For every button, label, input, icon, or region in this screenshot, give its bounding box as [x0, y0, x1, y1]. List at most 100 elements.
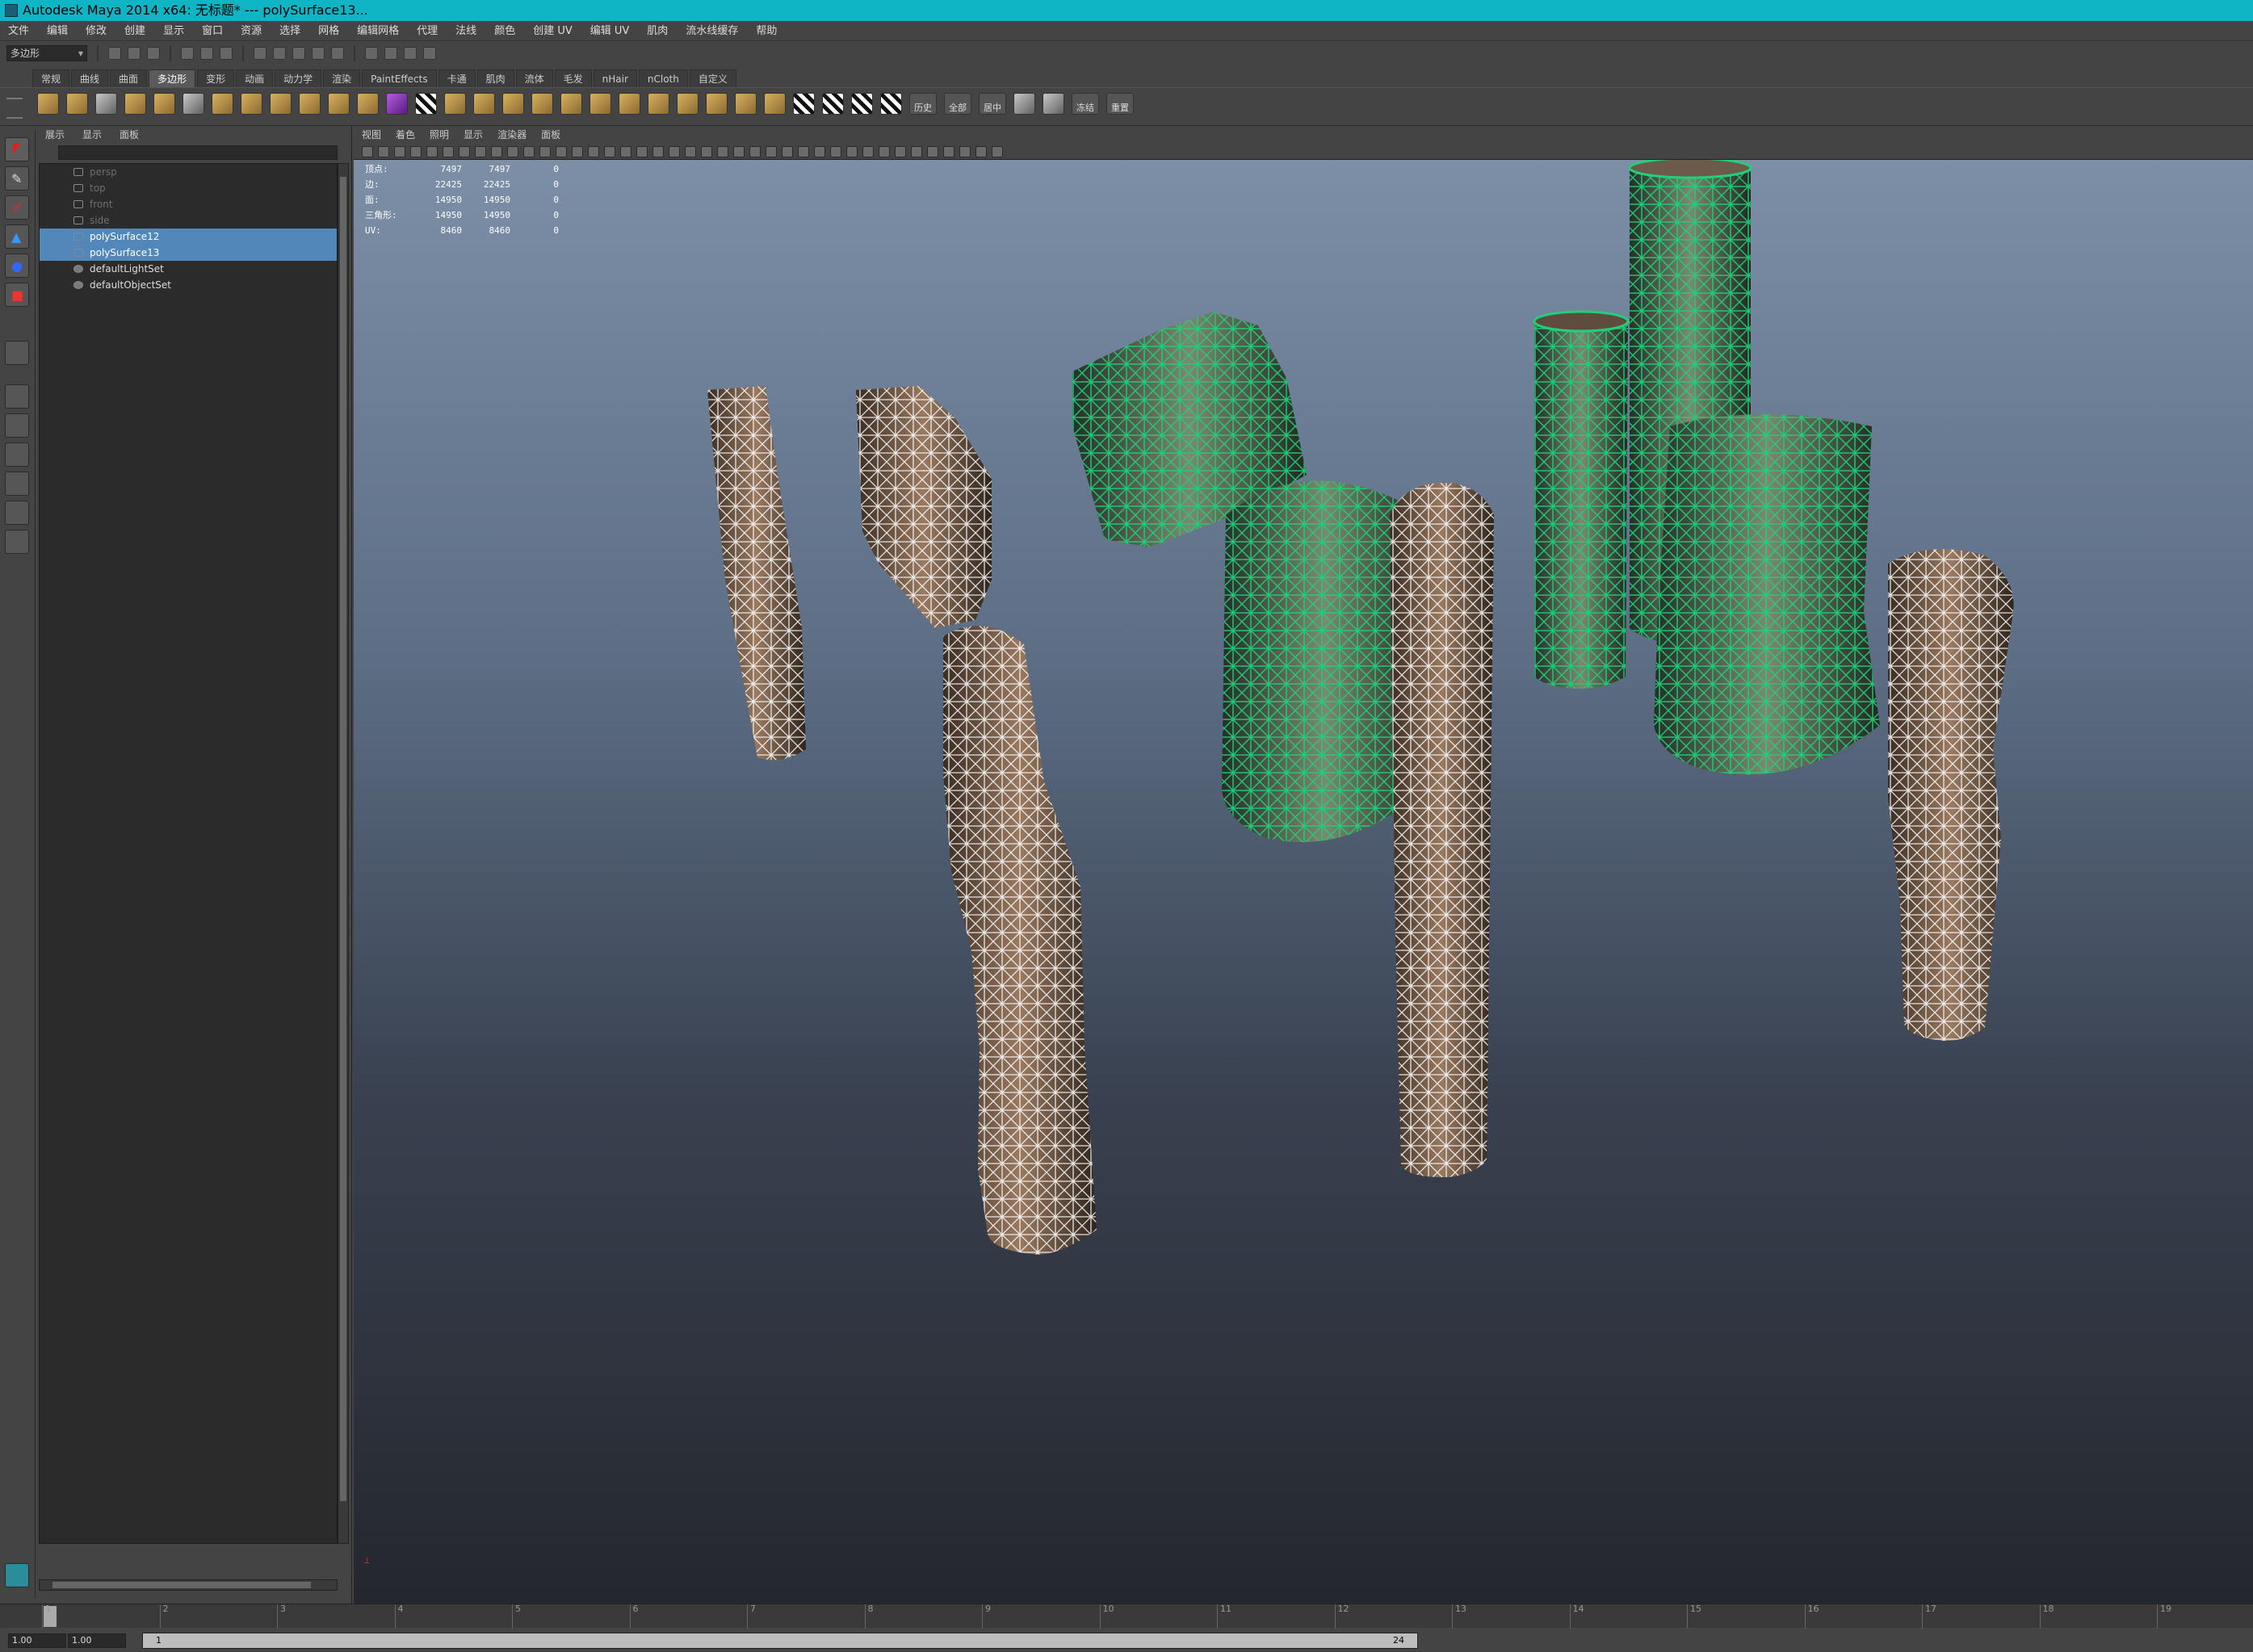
polygon-tool-icon[interactable]	[386, 93, 408, 115]
outliner-item[interactable]: front	[40, 196, 337, 212]
shelf-tab[interactable]: 流体	[515, 69, 553, 87]
shelf-tab[interactable]: 动画	[236, 69, 274, 87]
scrollbar-thumb[interactable]	[340, 177, 346, 1501]
viewport-tool-icon[interactable]	[975, 145, 987, 157]
polygon-tool-icon[interactable]	[473, 93, 495, 115]
viewport-tool-icon[interactable]	[443, 145, 454, 157]
render-frame-icon[interactable]	[384, 47, 397, 60]
shelf-tab[interactable]: 动力学	[275, 69, 322, 87]
select-object-icon[interactable]	[200, 47, 213, 60]
outliner-horizontal-scrollbar[interactable]	[39, 1579, 338, 1591]
polygon-tool-icon[interactable]	[241, 93, 262, 115]
viewport-tool-icon[interactable]	[539, 145, 551, 157]
persp-graph-layout-icon[interactable]	[5, 472, 29, 496]
viewport-tool-icon[interactable]	[766, 145, 777, 157]
shelf-menu-handle[interactable]	[6, 98, 23, 119]
face-totem-right-mesh[interactable]	[1888, 549, 2014, 1041]
outliner-filter-input[interactable]	[58, 145, 338, 160]
time-slider[interactable]: 1 2 3 4 5 6 7 8 9 10 11 12 13 14 15 16 17 18 19	[0, 1604, 2253, 1629]
carved-drum-mesh[interactable]	[1654, 414, 1880, 775]
viewport-tool-icon[interactable]	[507, 145, 518, 157]
viewport-tool-icon[interactable]	[879, 145, 890, 157]
shelf-tab[interactable]: 常规	[32, 69, 70, 87]
viewport-tool-icon[interactable]	[362, 145, 373, 157]
outliner-menu-item[interactable]: 面板	[120, 126, 139, 144]
polygon-tool-icon[interactable]	[183, 93, 204, 115]
menu-item[interactable]: 流水线缓存	[686, 22, 738, 40]
persp-hypershade-layout-icon[interactable]	[5, 501, 29, 525]
paint-select-tool-icon[interactable]: ✐	[5, 195, 29, 220]
viewport-menu-item[interactable]: 面板	[541, 126, 560, 144]
polygon-tool-icon[interactable]	[444, 93, 466, 115]
polygon-tool-icon[interactable]	[793, 93, 815, 115]
menu-item[interactable]: 选择	[279, 22, 300, 40]
shelf-tab[interactable]: 卡通	[438, 69, 476, 87]
viewport-tool-icon[interactable]	[895, 145, 906, 157]
polygon-tool-icon[interactable]	[531, 93, 553, 115]
polygon-tool-icon[interactable]	[212, 93, 233, 115]
viewport-tool-icon[interactable]	[620, 145, 631, 157]
face-totem-center-mesh[interactable]	[1390, 483, 1494, 1177]
viewport-tool-icon[interactable]	[701, 145, 712, 157]
viewport-tool-icon[interactable]	[636, 145, 648, 157]
polygon-tool-icon[interactable]	[764, 93, 786, 115]
viewport-tool-icon[interactable]	[410, 145, 422, 157]
viewport-tool-icon[interactable]	[717, 145, 728, 157]
viewport-tool-icon[interactable]	[798, 145, 809, 157]
persp-outliner-layout-icon[interactable]	[5, 442, 29, 467]
four-view-layout-icon[interactable]	[5, 413, 29, 438]
menu-item[interactable]: 创建 UV	[533, 22, 573, 40]
outliner-item[interactable]: polySurface13	[40, 245, 337, 261]
viewport-tool-icon[interactable]	[749, 145, 761, 157]
menu-item[interactable]: 文件	[8, 22, 29, 40]
viewport-tool-icon[interactable]	[426, 145, 438, 157]
ipr-render-icon[interactable]	[404, 47, 417, 60]
outliner-vertical-scrollbar[interactable]	[338, 163, 349, 1544]
animation-start-field[interactable]: 1.00	[8, 1633, 66, 1648]
viewport-tool-icon[interactable]	[669, 145, 680, 157]
outliner-item[interactable]: side	[40, 212, 337, 229]
menu-item[interactable]: 编辑 UV	[590, 22, 630, 40]
shelf-tab[interactable]: 多边形	[149, 69, 196, 87]
menu-item[interactable]: 帮助	[756, 22, 777, 40]
viewport-menu-item[interactable]: 视图	[362, 126, 381, 144]
viewport-tool-icon[interactable]	[830, 145, 841, 157]
viewport-tool-icon[interactable]	[572, 145, 583, 157]
outliner-item[interactable]: top	[40, 180, 337, 196]
shelf-tab[interactable]: PaintEffects	[362, 69, 437, 87]
polygon-tool-icon[interactable]	[619, 93, 640, 115]
shelf-tab[interactable]: 自定义	[689, 69, 736, 87]
lasso-tool-icon[interactable]: ✎	[5, 166, 29, 191]
new-scene-icon[interactable]	[108, 47, 121, 60]
shelf-tab[interactable]: nHair	[593, 69, 637, 87]
polygon-tool-icon[interactable]	[648, 93, 669, 115]
viewport-tool-icon[interactable]	[862, 145, 874, 157]
rotate-tool-icon[interactable]: ●	[5, 254, 29, 278]
totem-left-mesh[interactable]	[707, 386, 806, 761]
viewport-tool-icon[interactable]	[604, 145, 615, 157]
short-pillar-mesh[interactable]	[1533, 310, 1630, 689]
outliner-menu-item[interactable]: 显示	[82, 126, 102, 144]
shelf-tab[interactable]: nCloth	[638, 69, 688, 87]
viewport-tool-icon[interactable]	[685, 145, 696, 157]
snap-curve-icon[interactable]	[273, 47, 286, 60]
polygon-tool-icon[interactable]	[735, 93, 757, 115]
polygon-tool-icon[interactable]	[37, 93, 59, 115]
shelf-tab[interactable]: 渲染	[323, 69, 361, 87]
viewport-tool-icon[interactable]	[523, 145, 535, 157]
polygon-tool-icon[interactable]	[589, 93, 611, 115]
viewport-tool-icon[interactable]	[846, 145, 858, 157]
shelf-tab[interactable]: 肌肉	[476, 69, 514, 87]
shelf-tab[interactable]: 毛发	[554, 69, 592, 87]
polygon-tool-icon[interactable]	[328, 93, 350, 115]
polygon-tool-icon[interactable]	[357, 93, 379, 115]
outliner-item[interactable]: defaultObjectSet	[40, 277, 337, 293]
menu-item[interactable]: 编辑网格	[357, 22, 399, 40]
outliner-persp-layout-icon[interactable]	[5, 530, 29, 554]
polygon-tool-icon[interactable]	[706, 93, 728, 115]
history-button[interactable]: 历史	[909, 93, 937, 115]
menu-item[interactable]: 代理	[417, 22, 438, 40]
polygon-tool-icon[interactable]	[880, 93, 902, 115]
viewport-tool-icon[interactable]	[556, 145, 567, 157]
menu-item[interactable]: 肌肉	[647, 22, 668, 40]
